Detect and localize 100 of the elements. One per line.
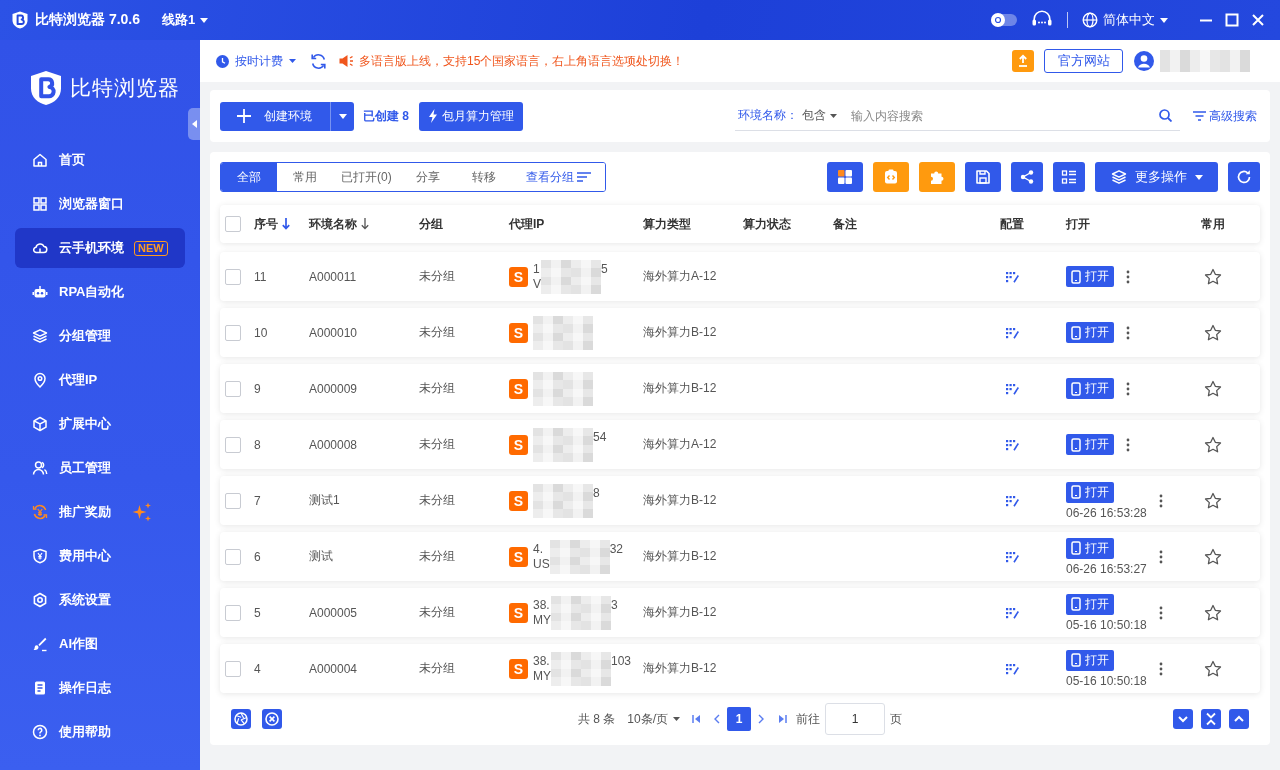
star-icon[interactable] — [1204, 323, 1222, 342]
chevron-up-icon[interactable] — [1229, 709, 1249, 729]
page-button[interactable]: 1 — [727, 707, 751, 731]
sort-arrow-icon[interactable] — [361, 218, 369, 230]
sidebar-item[interactable]: 代理IP — [15, 360, 185, 400]
page-input[interactable]: 1 — [825, 703, 885, 735]
checkbox[interactable] — [225, 660, 241, 677]
dot-grid-icon[interactable] — [1005, 326, 1019, 339]
refresh-icon[interactable] — [310, 52, 327, 70]
kebab-menu-icon[interactable] — [1158, 661, 1163, 676]
filter-tab[interactable]: 全部 — [221, 163, 277, 191]
language-dropdown[interactable]: 简体中文 — [1082, 11, 1168, 29]
kebab-menu-icon[interactable] — [1126, 437, 1130, 452]
sidebar-item[interactable]: 浏览器窗口 — [15, 184, 185, 224]
kebab-menu-icon[interactable] — [1126, 269, 1130, 284]
pixelated-block — [533, 371, 593, 406]
open-button[interactable]: 打开 — [1066, 537, 1114, 559]
search-icon[interactable] — [1159, 109, 1172, 122]
checkbox[interactable] — [225, 216, 241, 232]
last-page-icon[interactable] — [778, 714, 787, 724]
kebab-menu-icon[interactable] — [1158, 549, 1163, 564]
open-button[interactable]: 打开 — [1066, 322, 1114, 343]
star-icon[interactable] — [1204, 379, 1222, 398]
caret-down-icon — [200, 17, 209, 23]
star-icon[interactable] — [1204, 267, 1222, 286]
ip-text: 8 — [593, 485, 600, 501]
maximize-button[interactable] — [1224, 12, 1240, 28]
dot-grid-icon[interactable] — [1005, 662, 1019, 675]
checkbox[interactable] — [225, 324, 241, 341]
open-button[interactable]: 打开 — [1066, 593, 1114, 615]
share-button[interactable] — [1011, 162, 1043, 192]
advanced-search-button[interactable]: 高级搜索 — [1193, 107, 1257, 125]
avatar-icon[interactable] — [1134, 51, 1154, 71]
sidebar-item[interactable]: 扩展中心 — [15, 404, 185, 444]
star-icon[interactable] — [1204, 659, 1222, 678]
lightning-icon — [428, 109, 438, 123]
save-button[interactable] — [965, 162, 1001, 192]
open-button[interactable]: 打开 — [1066, 378, 1114, 399]
checkbox[interactable] — [225, 492, 241, 509]
sidebar-item[interactable]: 系统设置 — [15, 580, 185, 620]
toggle-switch[interactable] — [990, 11, 1018, 29]
star-icon[interactable] — [1204, 547, 1222, 566]
sidebar-item[interactable]: 员工管理 — [15, 448, 185, 488]
open-button[interactable]: 打开 — [1066, 481, 1114, 503]
dot-grid-icon[interactable] — [1005, 494, 1019, 507]
billing-dropdown[interactable]: 按时计费 — [216, 52, 296, 70]
kebab-menu-icon[interactable] — [1158, 605, 1163, 620]
checkbox[interactable] — [225, 604, 241, 621]
chevron-down-icon[interactable] — [1173, 709, 1193, 729]
sidebar-item[interactable]: AI作图 — [15, 624, 185, 664]
checkbox[interactable] — [225, 268, 241, 285]
sidebar-item[interactable]: RPA自动化 — [15, 272, 185, 312]
collapse-button[interactable] — [188, 108, 200, 140]
dot-grid-icon[interactable] — [1005, 606, 1019, 619]
sidebar-item[interactable]: 首页 — [15, 140, 185, 180]
sidebar-item[interactable]: 分组管理 — [15, 316, 185, 356]
layout-button[interactable] — [827, 162, 863, 192]
star-icon[interactable] — [1204, 435, 1222, 454]
dot-grid-icon[interactable] — [1005, 438, 1019, 451]
first-page-icon[interactable] — [692, 714, 701, 724]
search-field[interactable]: 输入内容搜索 — [851, 105, 1159, 126]
star-icon[interactable] — [1204, 491, 1222, 510]
sidebar-item[interactable]: 云手机环境 NEW — [15, 228, 185, 268]
close-button[interactable] — [1250, 12, 1266, 28]
chevron-right-icon[interactable] — [758, 714, 764, 724]
sidebar-item[interactable]: 操作日志 — [15, 668, 185, 708]
list-view-button[interactable] — [1053, 162, 1085, 192]
aperture-icon[interactable] — [231, 709, 251, 729]
dot-grid-icon[interactable] — [1005, 270, 1019, 283]
open-button[interactable]: 打开 — [1066, 266, 1114, 287]
create-environment-button[interactable]: 创建环境 — [220, 101, 330, 131]
sidebar-item[interactable]: 推广奖励 — [15, 492, 185, 532]
create-dropdown-button[interactable] — [330, 101, 354, 131]
sidebar-item[interactable]: 费用中心 — [15, 536, 185, 576]
kebab-menu-icon[interactable] — [1158, 493, 1163, 508]
table-cell: 测试1 — [309, 492, 340, 509]
table-cell: A000008 — [309, 437, 358, 452]
open-button[interactable]: 打开 — [1066, 434, 1114, 455]
route-dropdown[interactable]: 线路1 — [162, 11, 209, 29]
sort-arrow-icon[interactable] — [282, 218, 290, 230]
website-button[interactable]: 官方网站 — [1044, 49, 1123, 73]
collapse-icon[interactable] — [1201, 709, 1221, 729]
close-circle-icon[interactable] — [262, 709, 282, 729]
kebab-menu-icon[interactable] — [1126, 325, 1130, 340]
chevron-left-icon[interactable] — [714, 714, 720, 724]
monthly-compute-button[interactable]: 包月算力管理 — [419, 101, 523, 131]
match-mode-dropdown[interactable]: 包含 — [802, 107, 837, 124]
total-count: 共 8 条 — [578, 710, 616, 728]
star-icon[interactable] — [1204, 603, 1222, 622]
sidebar-item[interactable]: 使用帮助 — [15, 712, 185, 752]
checkbox[interactable] — [225, 436, 241, 453]
refresh-button[interactable] — [1228, 162, 1260, 192]
dot-grid-icon[interactable] — [1005, 550, 1019, 563]
checkbox[interactable] — [225, 548, 241, 565]
open-button[interactable]: 打开 — [1066, 649, 1114, 671]
page-size-dropdown[interactable]: 10条/页 — [627, 710, 680, 728]
kebab-menu-icon[interactable] — [1126, 381, 1130, 396]
dot-grid-icon[interactable] — [1005, 382, 1019, 395]
more-actions-button[interactable]: 更多操作 — [1095, 162, 1218, 192]
checkbox[interactable] — [225, 380, 241, 397]
